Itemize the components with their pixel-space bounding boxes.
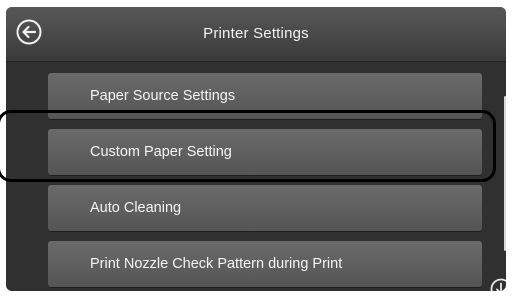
menu-item-paper-source-settings[interactable]: Paper Source Settings — [48, 73, 482, 119]
menu-item-custom-paper-setting[interactable]: Custom Paper Setting — [48, 129, 482, 175]
menu-item-print-nozzle-check-pattern[interactable]: Print Nozzle Check Pattern during Print — [48, 241, 482, 287]
settings-menu-list: Paper Source Settings Custom Paper Setti… — [6, 62, 506, 291]
header-bar: Printer Settings — [6, 7, 506, 62]
scrollbar[interactable] — [504, 96, 506, 251]
menu-item-auto-cleaning[interactable]: Auto Cleaning — [48, 185, 482, 231]
printer-screen: Printer Settings Paper Source Settings C… — [6, 7, 506, 291]
page-title: Printer Settings — [203, 25, 309, 42]
scroll-down-arrow-icon[interactable] — [490, 278, 506, 291]
